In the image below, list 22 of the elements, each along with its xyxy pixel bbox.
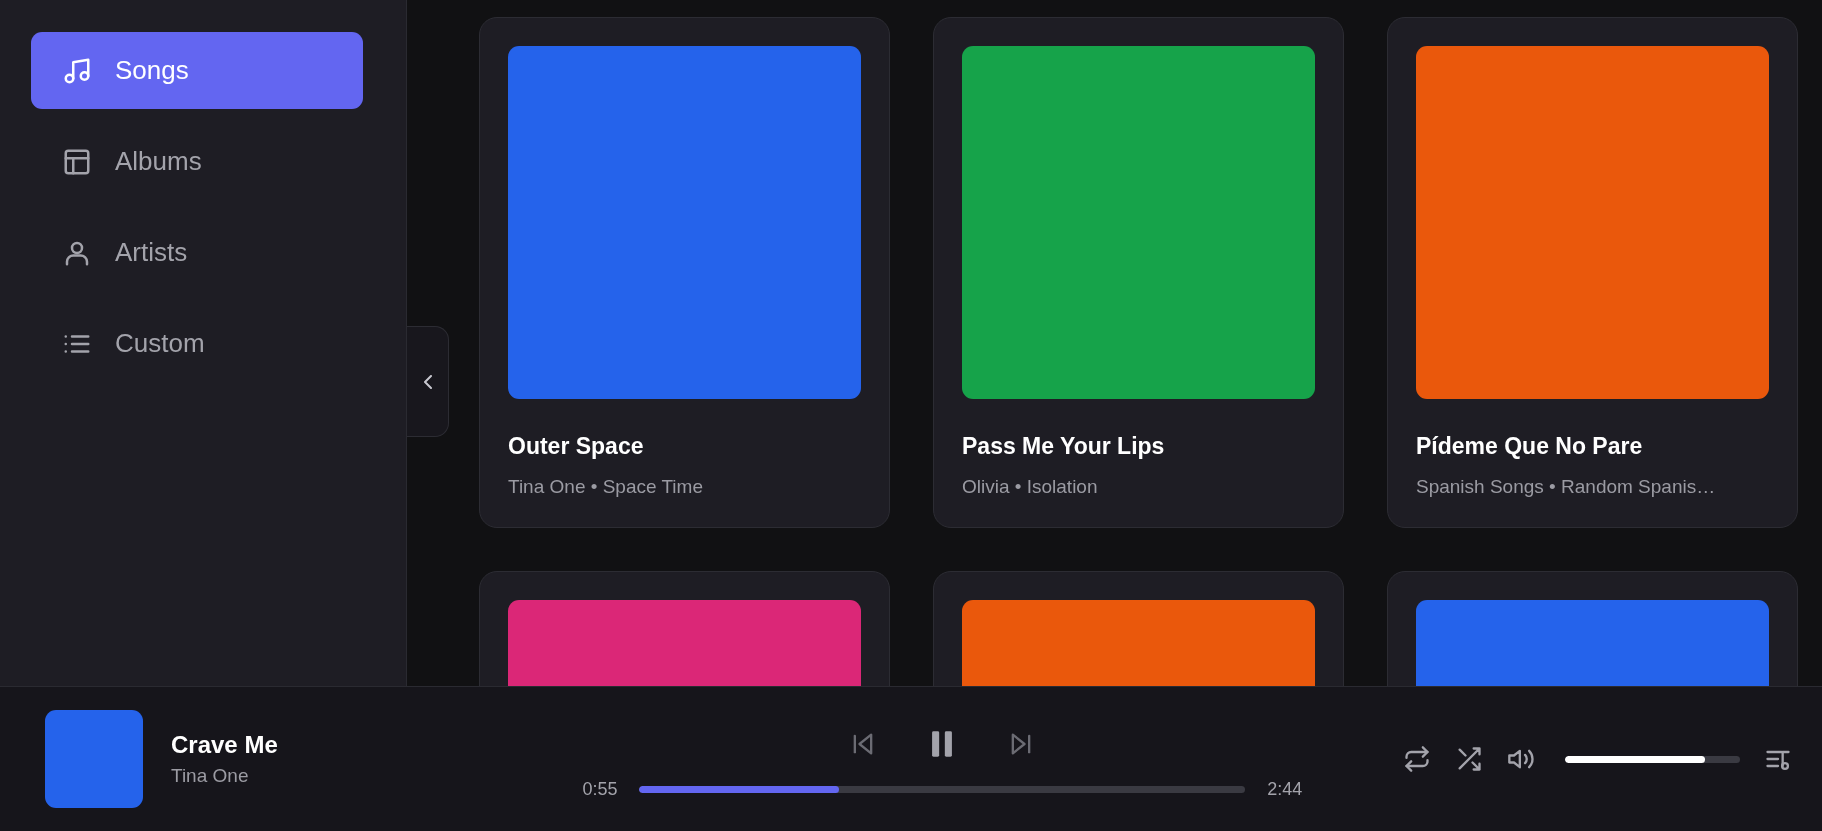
song-subtitle: Tina One • Space Time: [508, 476, 704, 498]
song-subtitle: Olivia • Isolation: [962, 476, 1099, 498]
sidebar-item[interactable]: Custom: [31, 305, 363, 382]
song-subtitle: Spanish Songs • Random Spanis…: [1416, 476, 1717, 498]
repeat-icon[interactable]: [1403, 745, 1431, 773]
sidebar-item[interactable]: Albums: [31, 123, 363, 200]
song-card[interactable]: Pídeme Que No Pare Spanish Songs • Random Spanis…: [1387, 17, 1798, 528]
song-title: Pass Me Your Lips: [962, 433, 1166, 460]
duration-time: 2:44: [1267, 778, 1303, 800]
sidebar-item[interactable]: Songs: [31, 32, 363, 109]
song-title: Pídeme Que No Pare: [1416, 433, 1644, 460]
track-artist: Tina One: [171, 765, 250, 787]
song-card[interactable]: Pass Me Your Lips Olivia • Isolation: [933, 17, 1344, 528]
shuffle-icon[interactable]: [1455, 745, 1483, 773]
sidebar-item[interactable]: Artists: [31, 214, 363, 291]
progress-bar[interactable]: [639, 785, 1246, 793]
song-title: Outer Space: [508, 433, 645, 460]
chevron-left-icon: [423, 374, 432, 389]
track-title: Crave Me: [171, 731, 278, 759]
song-card[interactable]: Outer Space Tina One • Space Time: [479, 17, 890, 528]
elapsed-time: 0:55: [582, 778, 618, 800]
volume-slider[interactable]: [1565, 755, 1740, 763]
